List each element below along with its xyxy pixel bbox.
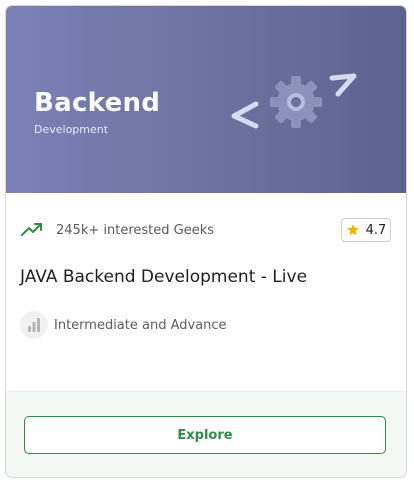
code-gear-icon	[231, 73, 357, 129]
rating-value: 4.7	[365, 222, 387, 238]
meta-row: 245k+ interested Geeks 4.7	[20, 218, 392, 244]
level-icon-container	[20, 311, 48, 339]
banner-subtitle: Development	[34, 123, 109, 136]
rating-badge: 4.7	[341, 218, 391, 242]
banner-title: Backend	[34, 88, 161, 118]
course-title[interactable]: JAVA Backend Development - Live	[20, 267, 307, 287]
trending-up-icon	[21, 223, 42, 236]
course-card[interactable]: Backend Development 245k+ interested Gee…	[5, 5, 407, 478]
interested-count: 245k+ interested Geeks	[56, 223, 214, 238]
explore-button[interactable]: Explore	[24, 416, 386, 454]
level-text: Intermediate and Advance	[54, 318, 227, 333]
star-icon	[346, 224, 359, 236]
card-footer: Explore	[6, 391, 406, 477]
course-banner: Backend Development	[6, 6, 406, 193]
bar-chart-icon	[28, 318, 40, 332]
